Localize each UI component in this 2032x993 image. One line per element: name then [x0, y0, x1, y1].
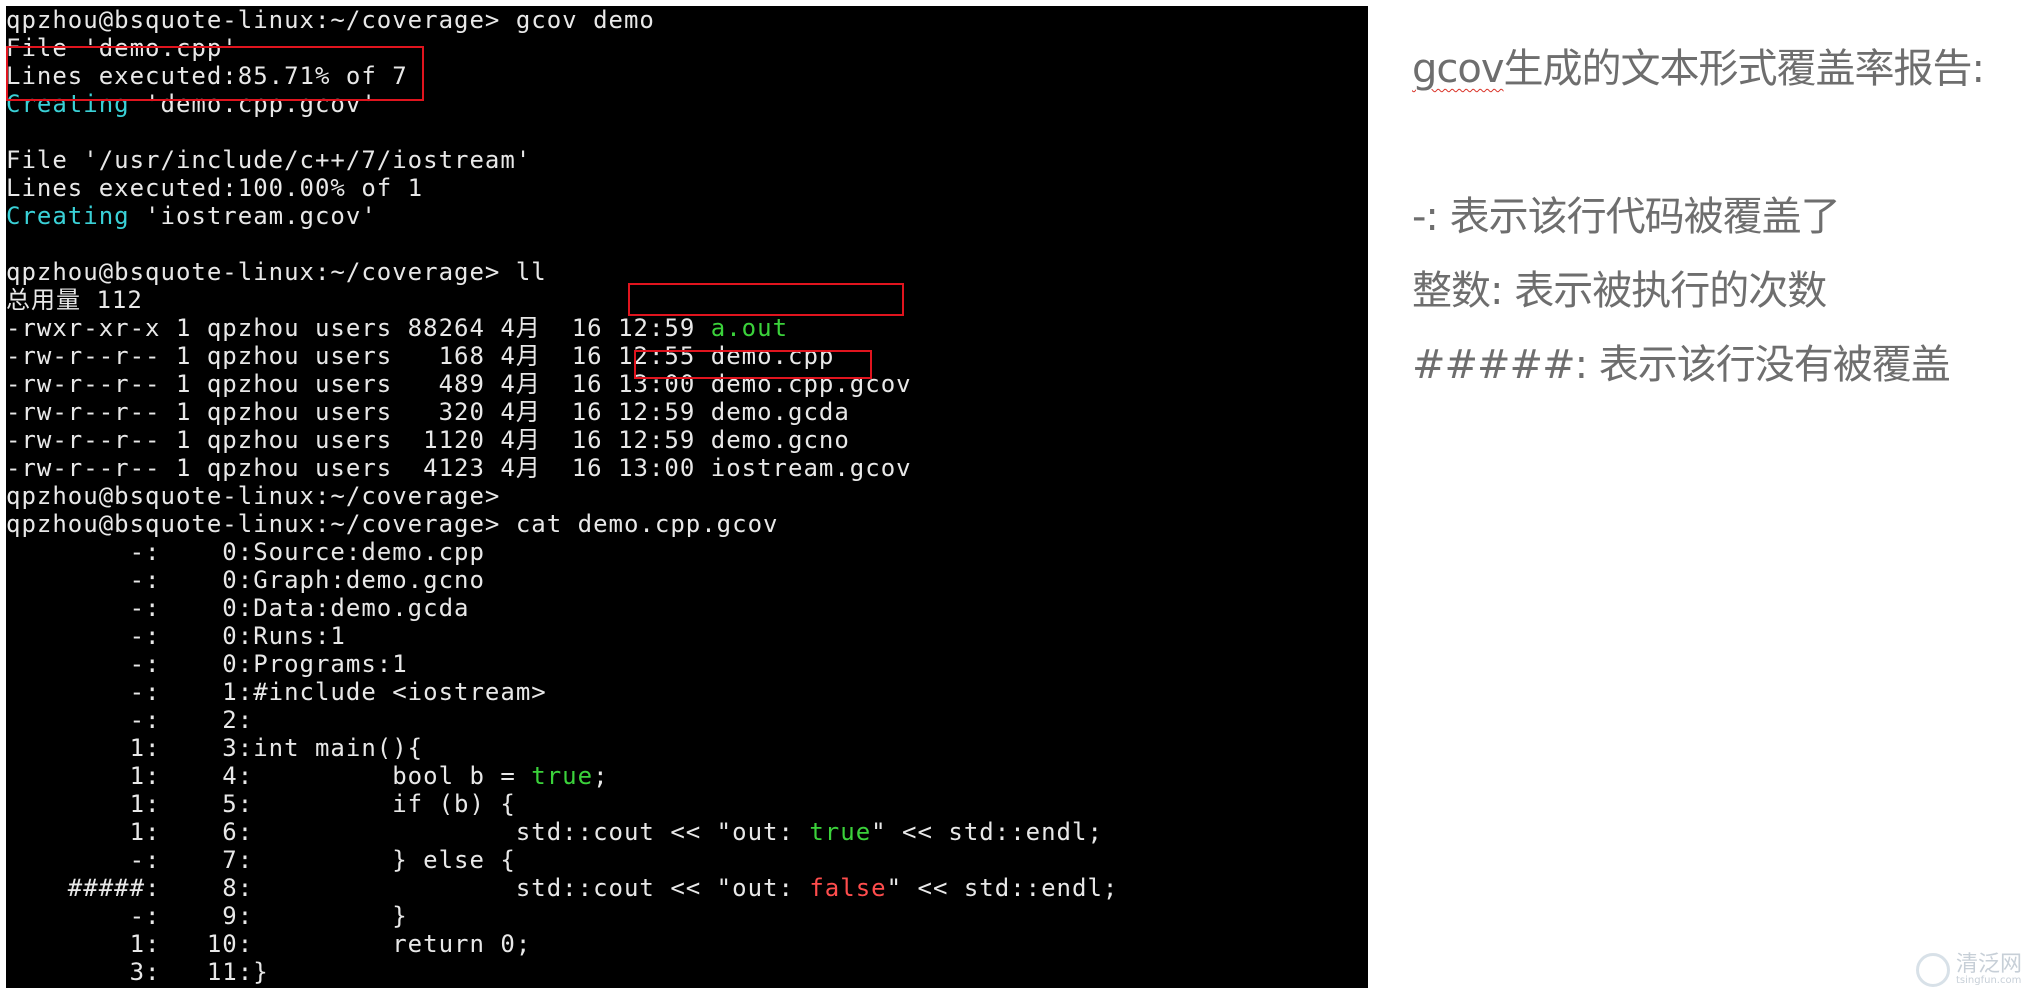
terminal-text: -rw-r--r-- 1 qpzhou users 1120 4月 16 12:…	[6, 426, 850, 454]
terminal-text: false	[809, 874, 887, 902]
terminal-text: 1: 6: std::cout << "out:	[6, 818, 810, 846]
terminal-line: -: 0:Runs:1	[6, 622, 1118, 650]
terminal-text: 1: 3:int main(){	[6, 734, 424, 762]
terminal-text: -: 0:Runs:1	[6, 622, 346, 650]
terminal-text: ;	[593, 762, 609, 790]
terminal-line: -: 0:Source:demo.cpp	[6, 538, 1118, 566]
terminal-output: qpzhou@bsquote-linux:~/coverage> gcov de…	[6, 6, 1118, 986]
terminal-line: -: 0:Graph:demo.gcno	[6, 566, 1118, 594]
terminal-line: qpzhou@bsquote-linux:~/coverage>	[6, 482, 1118, 510]
terminal-text: File 'demo.cpp'	[6, 34, 238, 62]
terminal-line: Lines executed:100.00% of 1	[6, 174, 1118, 202]
terminal-line: 1: 3:int main(){	[6, 734, 1118, 762]
terminal-line: -rwxr-xr-x 1 qpzhou users 88264 4月 16 12…	[6, 314, 1118, 342]
terminal-text: 1: 10: return 0;	[6, 930, 532, 958]
terminal-text: a.out	[710, 314, 789, 342]
watermark-cn: 清泛网	[1955, 952, 2022, 977]
note-integer-meaning: 整数: 表示被执行的次数	[1412, 268, 1827, 314]
watermark: 清泛网 tsingfun.com	[1915, 952, 2022, 987]
terminal-line: -rw-r--r-- 1 qpzhou users 489 4月 16 13:0…	[6, 370, 1118, 398]
terminal-line: -rw-r--r-- 1 qpzhou users 4123 4月 16 13:…	[6, 454, 1118, 482]
terminal-text: qpzhou@bsquote-linux:~/coverage> cat dem…	[6, 510, 779, 538]
terminal-line: -: 2:	[6, 706, 1118, 734]
terminal-text: -rw-r--r-- 1 qpzhou users 168 4月 16 12:5…	[6, 342, 835, 370]
terminal-text: -: 0:Programs:1	[6, 650, 408, 678]
terminal-text: -: 7: } else {	[6, 846, 516, 874]
terminal-line: Creating 'demo.cpp.gcov'	[6, 90, 1118, 118]
note-dash-meaning: -: 表示该行代码被覆盖了	[1412, 194, 1841, 240]
terminal-text: true	[809, 818, 872, 846]
terminal-text: File '/usr/include/c++/7/iostream'	[6, 146, 532, 174]
terminal-text: " << std::endl;	[886, 874, 1119, 902]
terminal-text: -: 0:Data:demo.gcda	[6, 594, 470, 622]
terminal-text: Creating	[6, 202, 130, 230]
terminal-text: 1: 5: if (b) {	[6, 790, 516, 818]
terminal-text: Creating	[6, 90, 130, 118]
terminal-line: #####: 8: std::cout << "out: false" << s…	[6, 874, 1118, 902]
terminal-text: -rw-r--r-- 1 qpzhou users 489 4月 16 13:0…	[6, 370, 912, 398]
terminal-line: -: 0:Programs:1	[6, 650, 1118, 678]
terminal-line: 1: 10: return 0;	[6, 930, 1118, 958]
watermark-logo-icon	[1915, 953, 1950, 987]
terminal-line: -rw-r--r-- 1 qpzhou users 1120 4月 16 12:…	[6, 426, 1118, 454]
terminal-text: 1: 4: bool b =	[6, 762, 532, 790]
terminal-line: qpzhou@bsquote-linux:~/coverage> gcov de…	[6, 6, 1118, 34]
terminal-line: -rw-r--r-- 1 qpzhou users 320 4月 16 12:5…	[6, 398, 1118, 426]
terminal-text: -rw-r--r-- 1 qpzhou users 4123 4月 16 13:…	[6, 454, 912, 482]
notes-panel: gcov生成的文本形式覆盖率报告: -: 表示该行代码被覆盖了 整数: 表示被执…	[1412, 0, 2032, 993]
terminal-text: -rw-r--r-- 1 qpzhou users 320 4月 16 12:5…	[6, 398, 850, 426]
terminal-line: File '/usr/include/c++/7/iostream'	[6, 146, 1118, 174]
terminal-line: -rw-r--r-- 1 qpzhou users 168 4月 16 12:5…	[6, 342, 1118, 370]
terminal-line: 3: 11:}	[6, 958, 1118, 986]
terminal-text: 'iostream.gcov'	[129, 202, 377, 230]
terminal-text: 总用量 112	[6, 286, 143, 314]
terminal-text: -: 0:Source:demo.cpp	[6, 538, 485, 566]
terminal-line: -: 9: }	[6, 902, 1118, 930]
terminal-text: -: 2:	[6, 706, 254, 734]
terminal-text: qpzhou@bsquote-linux:~/coverage> gcov de…	[6, 6, 655, 34]
terminal-line: qpzhou@bsquote-linux:~/coverage> ll	[6, 258, 1118, 286]
terminal-text: true	[531, 762, 594, 790]
terminal-line: Lines executed:85.71% of 7	[6, 62, 1118, 90]
terminal-text: -: 1:#include <iostream>	[6, 678, 547, 706]
watermark-en: tsingfun.com	[1955, 975, 2022, 986]
terminal-line: qpzhou@bsquote-linux:~/coverage> cat dem…	[6, 510, 1118, 538]
terminal-text: Lines executed:100.00% of 1	[6, 174, 424, 202]
notes-title: gcov生成的文本形式覆盖率报告:	[1412, 36, 1985, 94]
terminal-line: Creating 'iostream.gcov'	[6, 202, 1118, 230]
terminal-line: File 'demo.cpp'	[6, 34, 1118, 62]
notes-title-gcov: gcov	[1412, 46, 1505, 92]
terminal-text: #####: 8: std::cout << "out:	[6, 874, 810, 902]
terminal-line: 1: 4: bool b = true;	[6, 762, 1118, 790]
terminal-text: qpzhou@bsquote-linux:~/coverage>	[6, 482, 501, 510]
terminal-text: 3: 11:}	[6, 958, 269, 986]
note-hash-meaning: #####: 表示该行没有被覆盖	[1412, 342, 1951, 388]
terminal-text: " << std::endl;	[871, 818, 1103, 846]
terminal-text: qpzhou@bsquote-linux:~/coverage> ll	[6, 258, 547, 286]
terminal-text: -rwxr-xr-x 1 qpzhou users 88264 4月 16 12…	[6, 314, 711, 342]
terminal-text: -: 0:Graph:demo.gcno	[6, 566, 485, 594]
terminal-window[interactable]: qpzhou@bsquote-linux:~/coverage> gcov de…	[6, 6, 1368, 988]
terminal-line: -: 1:#include <iostream>	[6, 678, 1118, 706]
terminal-line: -: 7: } else {	[6, 846, 1118, 874]
terminal-line: 总用量 112	[6, 286, 1118, 314]
terminal-line: 1: 6: std::cout << "out: true" << std::e…	[6, 818, 1118, 846]
terminal-text: Lines executed:85.71% of 7	[6, 62, 408, 90]
terminal-line: -: 0:Data:demo.gcda	[6, 594, 1118, 622]
terminal-line: 1: 5: if (b) {	[6, 790, 1118, 818]
terminal-text: -: 9: }	[6, 902, 408, 930]
notes-title-rest: 生成的文本形式覆盖率报告:	[1503, 46, 1985, 92]
terminal-text: 'demo.cpp.gcov'	[129, 90, 377, 118]
